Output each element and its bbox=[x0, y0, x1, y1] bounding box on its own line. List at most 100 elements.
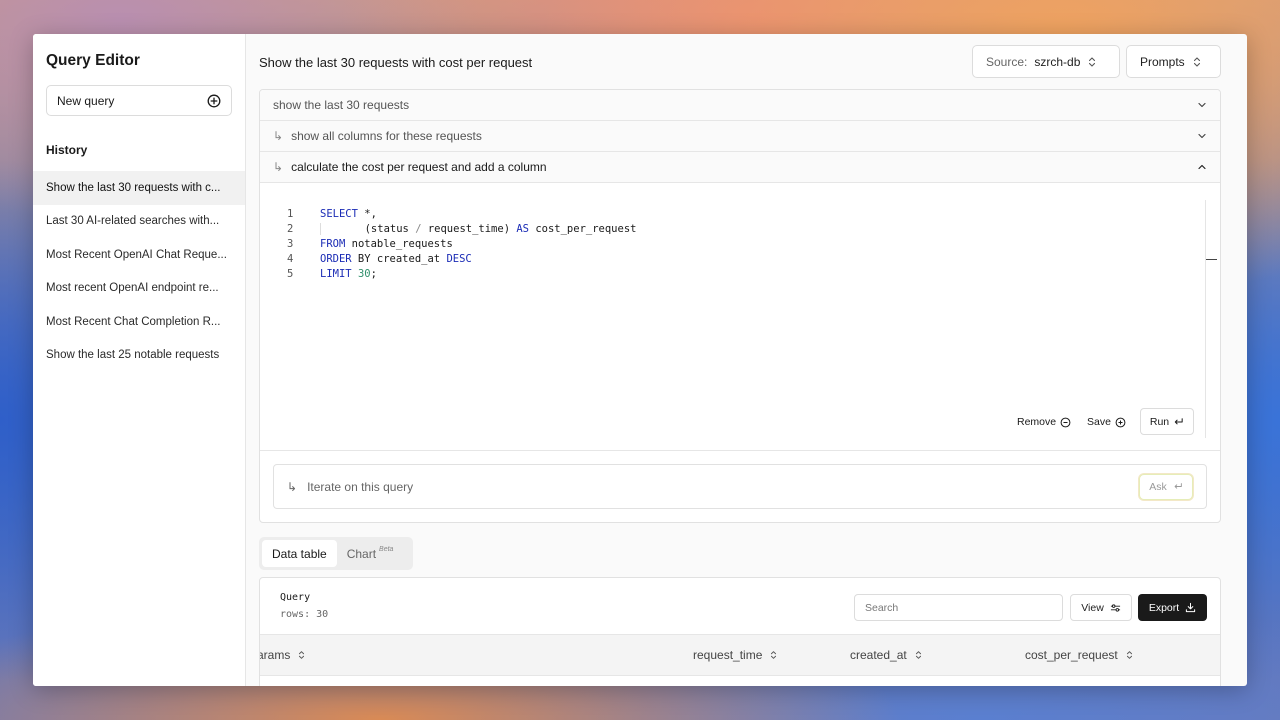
line-number: 3 bbox=[287, 237, 294, 250]
column-header-label: request_time bbox=[693, 648, 763, 662]
column-header-label: cost_per_request bbox=[1025, 648, 1118, 662]
history-item[interactable]: Show the last 30 requests with c... bbox=[33, 171, 245, 205]
history-item-label: Last 30 AI-related searches with... bbox=[46, 215, 220, 228]
history-item-label: Show the last 25 notable requests bbox=[46, 349, 220, 362]
history-item-label: Show the last 30 requests with c... bbox=[46, 181, 221, 194]
iterate-input[interactable] bbox=[307, 479, 1139, 494]
export-label: Export bbox=[1148, 601, 1180, 614]
sql-text: cost_per_request bbox=[529, 222, 637, 235]
new-query-button[interactable]: New query bbox=[46, 85, 232, 116]
column-header-label: arams bbox=[259, 648, 291, 662]
tab-label: Data table bbox=[272, 546, 327, 561]
chevron-up-down-icon bbox=[1193, 56, 1200, 67]
search-input[interactable] bbox=[854, 594, 1063, 621]
column-header[interactable]: arams bbox=[259, 635, 305, 675]
plus-circle-icon bbox=[207, 94, 221, 107]
follow-up-arrow-icon: ↳ bbox=[287, 479, 298, 494]
sliders-icon bbox=[1110, 603, 1120, 612]
divider bbox=[260, 450, 1220, 451]
new-query-label: New query bbox=[57, 93, 115, 108]
line-number: 5 bbox=[287, 267, 294, 280]
data-table-card: Query rows: 30 View Export arams request… bbox=[259, 577, 1221, 686]
column-header[interactable]: request_time bbox=[693, 635, 777, 675]
chevron-down-icon bbox=[1198, 133, 1206, 139]
run-button[interactable]: Run bbox=[1140, 408, 1194, 435]
view-label: View bbox=[1081, 601, 1104, 614]
source-value: szrch-db bbox=[1034, 54, 1081, 69]
source-select[interactable]: Source: szrch-db bbox=[972, 45, 1120, 78]
view-tabs: Data table Chart Beta bbox=[259, 537, 413, 570]
sidebar: Query Editor New query History Show the … bbox=[33, 34, 246, 686]
tab-data-table[interactable]: Data table bbox=[262, 540, 337, 567]
sql-text: (status bbox=[320, 222, 415, 235]
history-item[interactable]: Most recent OpenAI endpoint re... bbox=[33, 272, 245, 306]
column-header[interactable]: cost_per_request bbox=[1025, 635, 1133, 675]
sort-icon bbox=[1126, 651, 1132, 659]
prompt-step-current[interactable]: ↳ calculate the cost per request and add… bbox=[260, 152, 1220, 183]
sql-keyword: FROM bbox=[320, 237, 346, 250]
save-label: Save bbox=[1087, 416, 1111, 428]
chevron-down-icon bbox=[1198, 102, 1206, 108]
history-item[interactable]: Last 30 AI-related searches with... bbox=[33, 205, 245, 239]
export-button[interactable]: Export bbox=[1138, 594, 1207, 621]
prompt-step-label: calculate the cost per request and add a… bbox=[291, 160, 547, 174]
prompt-step[interactable]: ↳ show all columns for these requests bbox=[260, 121, 1220, 152]
tab-label: Chart bbox=[346, 546, 377, 561]
sort-icon bbox=[771, 651, 777, 659]
sql-text: ; bbox=[370, 267, 377, 280]
sql-keyword: AS bbox=[516, 222, 529, 235]
line-number: 2 bbox=[287, 222, 294, 235]
history-item-label: Most recent OpenAI endpoint re... bbox=[46, 282, 219, 295]
history-item-label: Most Recent Chat Completion R... bbox=[46, 315, 221, 328]
history-list: Show the last 30 requests with c... Last… bbox=[33, 171, 245, 372]
prompt-chain: show the last 30 requests ↳ show all col… bbox=[259, 89, 1221, 523]
ask-button[interactable]: Ask bbox=[1139, 473, 1193, 500]
run-label: Run bbox=[1149, 415, 1170, 428]
sql-keyword: DESC bbox=[446, 252, 472, 265]
page-title: Show the last 30 requests with cost per … bbox=[259, 55, 533, 70]
history-item[interactable]: Most Recent Chat Completion R... bbox=[33, 305, 245, 339]
sort-icon bbox=[299, 651, 305, 659]
history-heading: History bbox=[46, 143, 88, 157]
history-item[interactable]: Show the last 25 notable requests bbox=[33, 339, 245, 373]
line-number: 1 bbox=[287, 207, 294, 220]
sql-keyword: ORDER bbox=[320, 252, 352, 265]
sql-text: BY created_at bbox=[351, 252, 447, 265]
history-item[interactable]: Most Recent OpenAI Chat Reque... bbox=[33, 238, 245, 272]
column-header[interactable]: created_at bbox=[850, 635, 922, 675]
chevron-up-down-icon bbox=[1089, 56, 1096, 67]
follow-up-arrow-icon: ↳ bbox=[273, 160, 284, 174]
code-line: 3 FROM notable_requests bbox=[260, 236, 453, 251]
sql-keyword: LIMIT bbox=[320, 267, 352, 280]
prompts-label: Prompts bbox=[1140, 54, 1185, 69]
remove-button[interactable]: Remove bbox=[1017, 416, 1071, 428]
editor-scrollbar[interactable] bbox=[1205, 200, 1206, 438]
ask-label: Ask bbox=[1149, 480, 1167, 493]
sql-text: request_time) bbox=[421, 222, 517, 235]
source-label: Source: bbox=[986, 54, 1028, 69]
beta-badge: Beta bbox=[379, 546, 394, 553]
query-label: Query bbox=[280, 592, 311, 603]
table-header-row: arams request_time created_at cost_per_r… bbox=[259, 634, 1220, 676]
sql-text: notable_requests bbox=[345, 237, 453, 250]
sql-editor[interactable]: 1 SELECT *, 2 (status / request_time) AS … bbox=[260, 200, 1206, 438]
view-button[interactable]: View bbox=[1070, 594, 1132, 621]
history-item-label: Most Recent OpenAI Chat Reque... bbox=[46, 248, 227, 261]
chevron-up-icon bbox=[1198, 164, 1206, 170]
column-header-label: created_at bbox=[850, 648, 907, 662]
prompt-step[interactable]: show the last 30 requests bbox=[260, 90, 1220, 121]
download-icon bbox=[1186, 602, 1196, 613]
code-line: 2 (status / request_time) AS cost_per_re… bbox=[260, 221, 636, 236]
tab-chart[interactable]: Chart Beta bbox=[337, 540, 404, 567]
sql-number: 30 bbox=[357, 267, 371, 280]
enter-icon bbox=[1174, 417, 1183, 424]
app-title: Query Editor bbox=[46, 52, 140, 69]
code-line: 4 ORDER BY created_at DESC bbox=[260, 251, 472, 266]
prompts-select[interactable]: Prompts bbox=[1126, 45, 1221, 78]
save-button[interactable]: Save bbox=[1087, 416, 1126, 428]
prompt-step-label: show the last 30 requests bbox=[273, 98, 410, 112]
follow-up-arrow-icon: ↳ bbox=[273, 129, 284, 143]
main-panel: Show the last 30 requests with cost per … bbox=[246, 34, 1247, 686]
code-line: 5 LIMIT 30; bbox=[260, 266, 377, 281]
scrollbar-thumb[interactable] bbox=[1206, 259, 1217, 260]
